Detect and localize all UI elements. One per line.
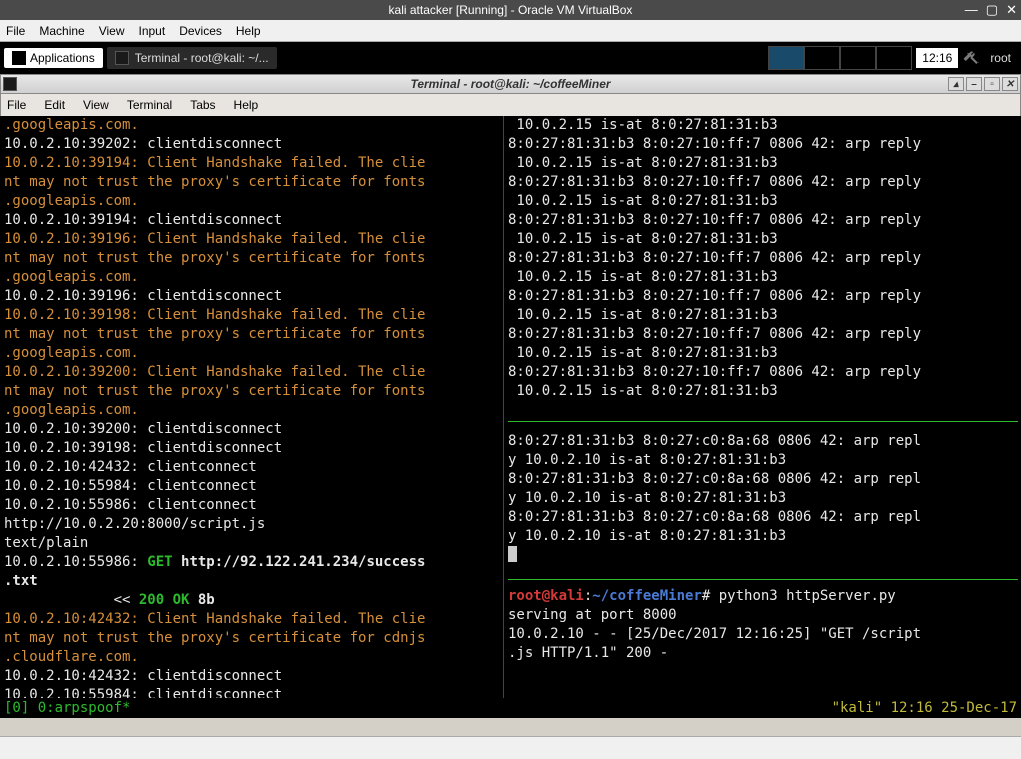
term-menu-tabs[interactable]: Tabs: [190, 98, 215, 112]
workspace-switcher[interactable]: [768, 46, 912, 70]
vbox-min-icon[interactable]: —: [965, 2, 978, 18]
terminal-title-icon: [3, 77, 17, 91]
vbox-close-icon[interactable]: ✕: [1006, 2, 1017, 18]
terminal-max-icon[interactable]: ▫: [984, 77, 1000, 91]
terminal-min-icon[interactable]: –: [966, 77, 982, 91]
term-menu-file[interactable]: File: [7, 98, 26, 112]
workspace-1[interactable]: [768, 46, 804, 70]
vbox-menubar: File Machine View Input Devices Help: [0, 20, 1021, 42]
tmux-vsplit: [503, 116, 504, 698]
term-menu-edit[interactable]: Edit: [44, 98, 65, 112]
terminal-window: Terminal - root@kali: ~/coffeeMiner ▴ – …: [0, 74, 1021, 718]
terminal-menubar: File Edit View Terminal Tabs Help: [0, 94, 1021, 116]
tmux-hsplit-1: [508, 421, 1018, 422]
terminal-rollup-icon[interactable]: ▴: [948, 77, 964, 91]
vbox-menu-file[interactable]: File: [6, 24, 25, 38]
applications-button[interactable]: Applications: [4, 48, 103, 68]
kali-panel: Applications Terminal - root@kali: ~/...…: [0, 42, 1021, 74]
vbox-menu-devices[interactable]: Devices: [179, 24, 222, 38]
cursor: [508, 546, 517, 562]
taskbar-terminal[interactable]: Terminal - root@kali: ~/...: [107, 47, 277, 69]
applications-label: Applications: [30, 51, 95, 65]
vbox-titlebar: kali attacker [Running] - Oracle VM Virt…: [0, 0, 1021, 20]
tmux-statusbar: [0] 0:arpspoof* "kali" 12:16 25-Dec-17: [0, 699, 1021, 718]
pane-mitmproxy[interactable]: .googleapis.com. 10.0.2.10:39202: client…: [4, 116, 502, 698]
pane-arpspoof-top[interactable]: 10.0.2.15 is-at 8:0:27:81:31:b3 8:0:27:8…: [508, 116, 1018, 416]
panel-clock[interactable]: 12:16: [916, 48, 958, 68]
panel-user[interactable]: root: [984, 48, 1017, 68]
tools-icon[interactable]: [962, 49, 980, 67]
terminal-close-icon[interactable]: ✕: [1002, 77, 1018, 91]
apps-icon: [12, 51, 26, 65]
terminal-titlebar[interactable]: Terminal - root@kali: ~/coffeeMiner ▴ – …: [0, 74, 1021, 94]
vbox-max-icon[interactable]: ▢: [986, 2, 998, 18]
vbox-menu-help[interactable]: Help: [236, 24, 261, 38]
vbox-menu-view[interactable]: View: [99, 24, 125, 38]
terminal-icon: [115, 51, 129, 65]
workspace-4[interactable]: [876, 46, 912, 70]
terminal-title: Terminal - root@kali: ~/coffeeMiner: [410, 77, 610, 91]
workspace-2[interactable]: [804, 46, 840, 70]
tmux-status-left: [0] 0:arpspoof*: [4, 699, 130, 718]
term-menu-help[interactable]: Help: [234, 98, 259, 112]
vbox-statusbar: [0, 736, 1021, 759]
terminal-body[interactable]: .googleapis.com. 10.0.2.10:39202: client…: [0, 116, 1021, 718]
term-menu-terminal[interactable]: Terminal: [127, 98, 172, 112]
term-menu-view[interactable]: View: [83, 98, 109, 112]
tmux-status-right: "kali" 12:16 25-Dec-17: [832, 699, 1017, 718]
pane-arpspoof-bottom[interactable]: 8:0:27:81:31:b3 8:0:27:c0:8a:68 0806 42:…: [508, 432, 1018, 697]
vbox-menu-input[interactable]: Input: [139, 24, 166, 38]
taskbar-terminal-label: Terminal - root@kali: ~/...: [135, 51, 269, 65]
vbox-title: kali attacker [Running] - Oracle VM Virt…: [389, 3, 633, 17]
workspace-3[interactable]: [840, 46, 876, 70]
vbox-menu-machine[interactable]: Machine: [39, 24, 84, 38]
